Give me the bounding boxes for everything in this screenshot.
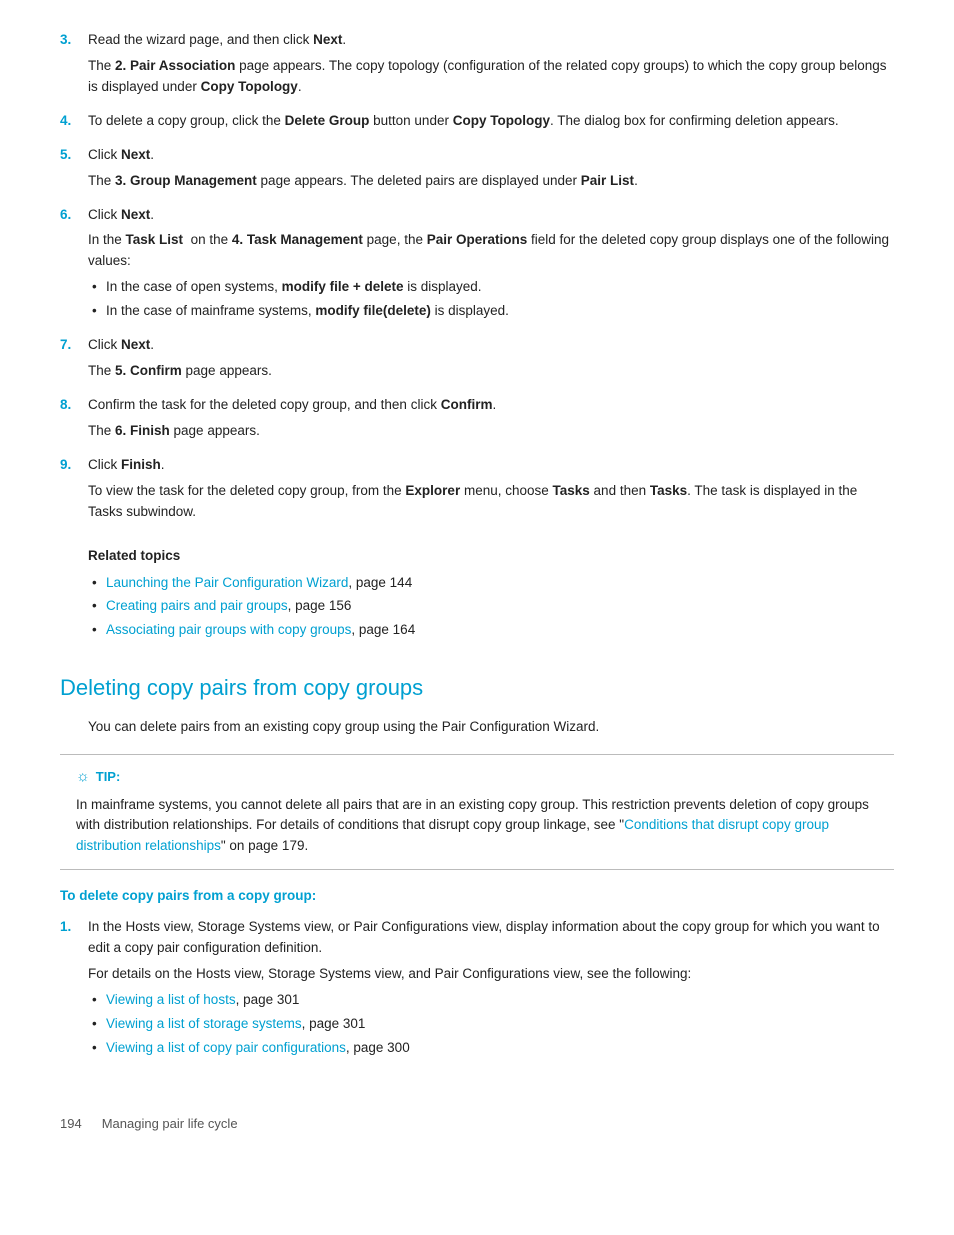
- section2-step-content-1: In the Hosts view, Storage Systems view,…: [88, 917, 894, 1064]
- step-6-main: Click Next.: [88, 205, 894, 226]
- step-4-main: To delete a copy group, click the Delete…: [88, 111, 894, 132]
- section2-bullet-3: Viewing a list of copy pair configuratio…: [88, 1038, 894, 1059]
- step-7-main: Click Next.: [88, 335, 894, 356]
- step-num-5: 5.: [60, 145, 88, 166]
- related-topic-1: Launching the Pair Configuration Wizard,…: [88, 573, 894, 594]
- tip-text: In mainframe systems, you cannot delete …: [76, 795, 878, 858]
- step-num-6: 6.: [60, 205, 88, 226]
- step-3: 3. Read the wizard page, and then click …: [60, 30, 894, 103]
- related-topic-link-2[interactable]: Creating pairs and pair groups: [106, 598, 288, 613]
- step-9: 9. Click Finish. To view the task for th…: [60, 455, 894, 528]
- section2-link-1[interactable]: Viewing a list of hosts: [106, 992, 236, 1007]
- related-topics: Related topics Launching the Pair Config…: [88, 546, 894, 642]
- tip-label-text: TIP:: [96, 767, 121, 787]
- step-num-4: 4.: [60, 111, 88, 132]
- related-topic-link-3[interactable]: Associating pair groups with copy groups: [106, 622, 351, 637]
- related-topic-link-1[interactable]: Launching the Pair Configuration Wizard: [106, 575, 348, 590]
- step-content-6: Click Next. In the Task List on the 4. T…: [88, 205, 894, 328]
- step-7: 7. Click Next. The 5. Confirm page appea…: [60, 335, 894, 387]
- tip-icon: ☼: [76, 765, 90, 788]
- step-content-9: Click Finish. To view the task for the d…: [88, 455, 894, 528]
- step-5-sub: The 3. Group Management page appears. Th…: [88, 171, 894, 192]
- step-8-sub: The 6. Finish page appears.: [88, 421, 894, 442]
- step-9-sub: To view the task for the deleted copy gr…: [88, 481, 894, 523]
- step-4: 4. To delete a copy group, click the Del…: [60, 111, 894, 137]
- step-content-8: Confirm the task for the deleted copy gr…: [88, 395, 894, 447]
- tip-link[interactable]: Conditions that disrupt copy group distr…: [76, 817, 829, 853]
- step-5-main: Click Next.: [88, 145, 894, 166]
- section2-link-3[interactable]: Viewing a list of copy pair configuratio…: [106, 1040, 346, 1055]
- section2-step-1-main: In the Hosts view, Storage Systems view,…: [88, 917, 894, 959]
- step-6-sub: In the Task List on the 4. Task Manageme…: [88, 230, 894, 272]
- section2-bullet-1: Viewing a list of hosts, page 301: [88, 990, 894, 1011]
- step-6: 6. Click Next. In the Task List on the 4…: [60, 205, 894, 328]
- step-6-bullet-2: In the case of mainframe systems, modify…: [88, 301, 894, 322]
- step-content-3: Read the wizard page, and then click Nex…: [88, 30, 894, 103]
- step-content-4: To delete a copy group, click the Delete…: [88, 111, 894, 137]
- step-3-sub: The 2. Pair Association page appears. Th…: [88, 56, 894, 98]
- step-3-main: Read the wizard page, and then click Nex…: [88, 30, 894, 51]
- section-intro: You can delete pairs from an existing co…: [88, 717, 894, 738]
- step-num-3: 3.: [60, 30, 88, 51]
- step-6-bullets: In the case of open systems, modify file…: [88, 277, 894, 322]
- tip-box: ☼ TIP: In mainframe systems, you cannot …: [60, 754, 894, 870]
- step-content-5: Click Next. The 3. Group Management page…: [88, 145, 894, 197]
- step-num-7: 7.: [60, 335, 88, 356]
- section2-step-num-1: 1.: [60, 917, 88, 938]
- step-6-bullet-1: In the case of open systems, modify file…: [88, 277, 894, 298]
- step-8: 8. Confirm the task for the deleted copy…: [60, 395, 894, 447]
- section2-step-1: 1. In the Hosts view, Storage Systems vi…: [60, 917, 894, 1064]
- section2-bullet-2: Viewing a list of storage systems, page …: [88, 1014, 894, 1035]
- section2-step-1-bullets: Viewing a list of hosts, page 301 Viewin…: [88, 990, 894, 1059]
- sub-heading: To delete copy pairs from a copy group:: [60, 886, 894, 907]
- related-topic-3: Associating pair groups with copy groups…: [88, 620, 894, 641]
- step-9-main: Click Finish.: [88, 455, 894, 476]
- footer: 194 Managing pair life cycle: [60, 1114, 894, 1134]
- footer-text: Managing pair life cycle: [102, 1114, 238, 1134]
- step-content-7: Click Next. The 5. Confirm page appears.: [88, 335, 894, 387]
- step-num-9: 9.: [60, 455, 88, 476]
- section-heading: Deleting copy pairs from copy groups: [60, 671, 894, 705]
- step-num-8: 8.: [60, 395, 88, 416]
- step-5: 5. Click Next. The 3. Group Management p…: [60, 145, 894, 197]
- section2-link-2[interactable]: Viewing a list of storage systems: [106, 1016, 302, 1031]
- tip-label: ☼ TIP:: [76, 765, 878, 788]
- step-7-sub: The 5. Confirm page appears.: [88, 361, 894, 382]
- related-topic-2: Creating pairs and pair groups, page 156: [88, 596, 894, 617]
- related-topics-title: Related topics: [88, 546, 894, 567]
- section2-step-1-sub: For details on the Hosts view, Storage S…: [88, 964, 894, 985]
- related-topics-list: Launching the Pair Configuration Wizard,…: [88, 573, 894, 642]
- step-8-main: Confirm the task for the deleted copy gr…: [88, 395, 894, 416]
- page-number: 194: [60, 1114, 82, 1134]
